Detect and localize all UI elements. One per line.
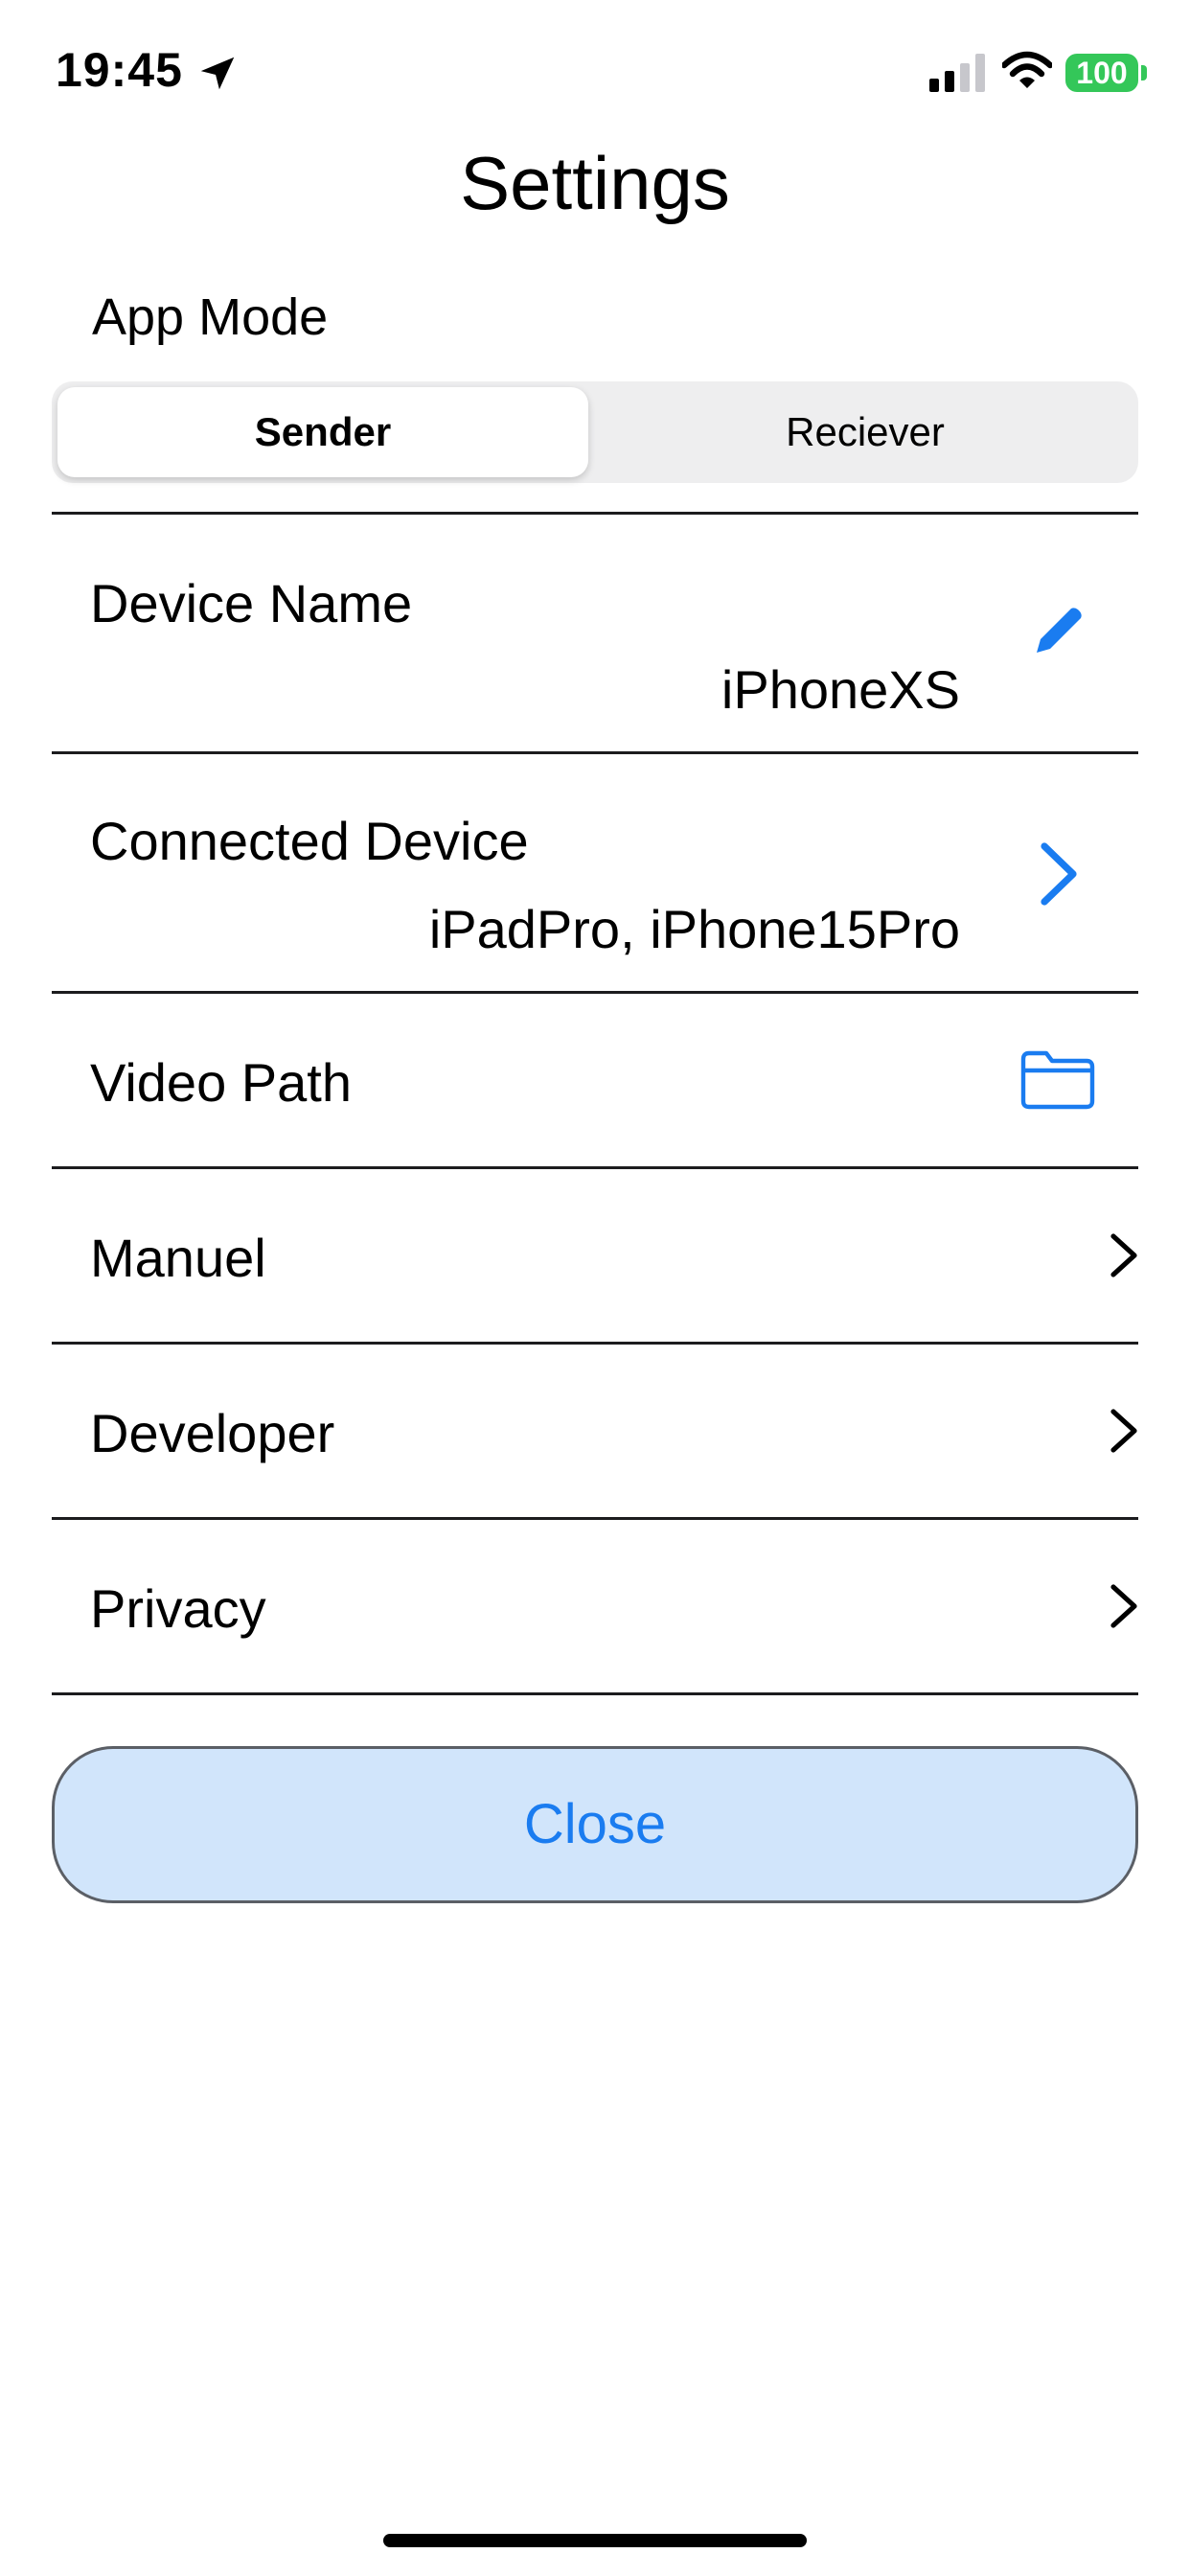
developer-row[interactable]: Developer [52, 1345, 1138, 1517]
device-name-label: Device Name [90, 573, 413, 633]
video-path-row[interactable]: Video Path [52, 994, 1138, 1166]
divider [52, 1692, 1138, 1695]
manuel-label: Manuel [90, 1228, 266, 1288]
close-button[interactable]: Close [52, 1746, 1138, 1903]
page-title: Settings [460, 141, 730, 225]
connected-device-row[interactable]: Connected Device iPadPro, iPhone15Pro [52, 754, 1138, 991]
chevron-right-icon[interactable] [1110, 1408, 1138, 1454]
app-mode-segmented-control: Sender Reciever [52, 381, 1138, 483]
device-name-value: iPhoneXS [721, 659, 960, 720]
developer-label: Developer [90, 1403, 335, 1463]
chevron-right-icon[interactable] [1110, 1232, 1138, 1278]
segment-reciever[interactable]: Reciever [600, 387, 1131, 477]
chevron-right-icon[interactable] [1037, 842, 1081, 906]
home-indicator[interactable] [383, 2534, 807, 2547]
status-bar: 19:45 100 [0, 0, 1190, 144]
privacy-row[interactable]: Privacy [52, 1520, 1138, 1692]
device-name-row: Device Name iPhoneXS [52, 515, 1138, 751]
cellular-signal-icon [929, 54, 985, 92]
manuel-row[interactable]: Manuel [52, 1169, 1138, 1342]
connected-device-value: iPadPro, iPhone15Pro [428, 899, 960, 959]
chevron-right-icon[interactable] [1110, 1583, 1138, 1629]
folder-icon[interactable] [1019, 1047, 1096, 1111]
privacy-label: Privacy [90, 1578, 266, 1639]
battery-icon: 100 [1065, 54, 1138, 92]
battery-cap [1141, 65, 1147, 80]
location-arrow-icon [200, 57, 235, 90]
wifi-icon [1002, 51, 1052, 88]
connected-device-label: Connected Device [90, 811, 529, 871]
app-mode-label: App Mode [92, 288, 329, 346]
segment-sender[interactable]: Sender [57, 387, 588, 477]
status-time: 19:45 [56, 43, 183, 97]
video-path-label: Video Path [90, 1052, 352, 1113]
pencil-icon[interactable] [1027, 601, 1088, 662]
